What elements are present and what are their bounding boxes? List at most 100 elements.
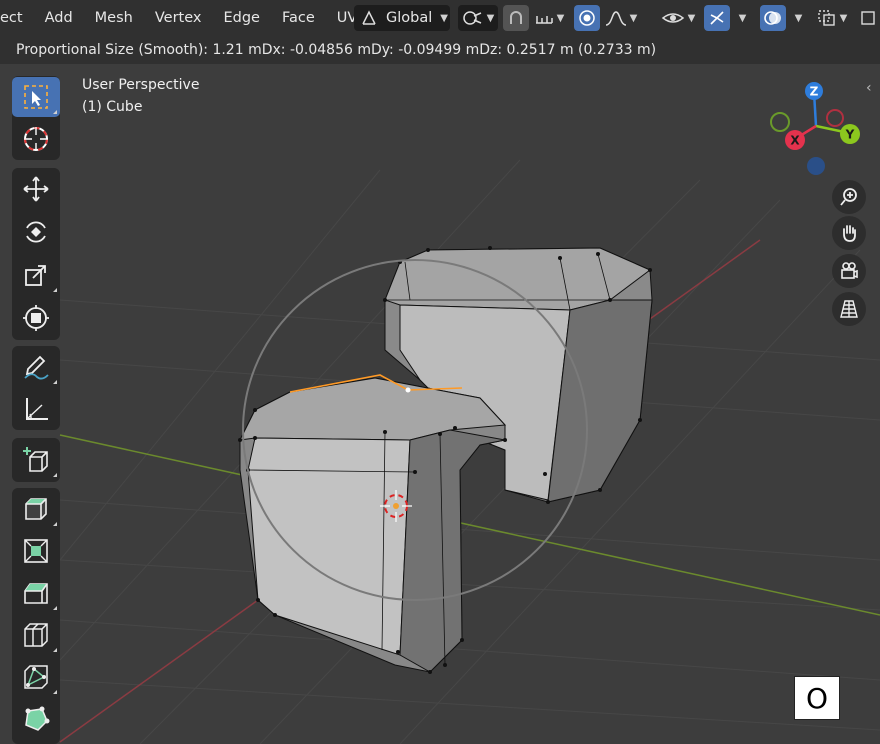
extrude-icon — [25, 498, 47, 520]
grid-icon — [840, 300, 858, 318]
neg-z-axis-handle[interactable] — [807, 157, 825, 175]
chevron-down-icon: ▼ — [794, 12, 803, 24]
camera-view-button[interactable] — [832, 254, 866, 288]
tool-add-cube[interactable] — [12, 440, 60, 480]
object-name-label: (1) Cube — [82, 99, 143, 115]
overlay-icon — [764, 11, 781, 25]
overlay-toggle[interactable] — [760, 5, 786, 31]
camera-icon — [841, 262, 858, 279]
bevel-icon — [24, 583, 48, 604]
menu-face[interactable]: Face — [271, 10, 326, 26]
y-axis-line — [59, 434, 880, 616]
chevron-down-icon: ▼ — [839, 12, 848, 24]
annotate-pencil-icon — [24, 355, 49, 380]
chevron-down-icon: ▼ — [738, 12, 747, 24]
active-vertex — [405, 387, 411, 393]
tool-measure[interactable] — [12, 389, 60, 429]
tool-extrude[interactable] — [12, 489, 60, 529]
toolbar-annotate-group — [12, 346, 60, 430]
pan-button[interactable] — [832, 216, 866, 250]
rotate-icon — [26, 221, 46, 243]
orientation-label: Global — [386, 10, 433, 26]
shading-button[interactable] — [858, 5, 878, 31]
tool-scale[interactable] — [12, 255, 60, 295]
dy-text: Dy: -0.09499 m — [370, 42, 480, 58]
tool-bevel[interactable] — [12, 573, 60, 613]
pivot-point-dropdown[interactable]: ▼ — [458, 5, 498, 31]
inset-faces-icon — [24, 539, 48, 563]
measure-ruler-icon — [26, 398, 48, 420]
view-name-label: User Perspective — [82, 77, 200, 93]
snap-toggle[interactable] — [503, 5, 529, 31]
tool-poly-build[interactable] — [12, 699, 60, 739]
neg-y-axis-handle[interactable] — [770, 112, 790, 132]
xray-dropdown[interactable]: ▼ — [810, 5, 854, 31]
chevron-down-icon: ▼ — [440, 12, 448, 24]
tool-rotate[interactable] — [12, 212, 60, 252]
zoom-button[interactable] — [832, 180, 866, 214]
snap-increment-icon — [535, 16, 553, 24]
falloff-curve-icon — [605, 11, 626, 26]
proportional-edit-toggle[interactable] — [574, 5, 600, 31]
tool-annotate[interactable] — [12, 347, 60, 387]
gizmo-icon — [710, 11, 724, 25]
select-box-icon — [24, 85, 48, 109]
overlay-dropdown[interactable]: ▼ — [787, 5, 807, 31]
tool-move[interactable] — [12, 169, 60, 209]
loop-cut-icon — [24, 623, 48, 647]
tool-loop-cut[interactable] — [12, 615, 60, 655]
shading-icon — [861, 11, 875, 25]
operator-status-line: Proportional Size (Smooth): 1.21 m Dx: -… — [0, 36, 880, 64]
dz-text: Dz: 0.2517 m (0.2733 m) — [479, 42, 657, 58]
tool-knife[interactable] — [12, 657, 60, 697]
menu-mesh[interactable]: Mesh — [84, 10, 144, 26]
3d-viewport[interactable]: User Perspective (1) Cube Z Y X ‹ O — [0, 64, 880, 744]
gizmo-toggle[interactable] — [704, 5, 730, 31]
tool-select-box[interactable] — [12, 77, 60, 117]
cursor-icon — [24, 127, 48, 151]
menu-add[interactable]: Add — [34, 10, 84, 26]
toolbar-transform-group — [12, 168, 60, 340]
tool-cursor[interactable] — [12, 119, 60, 159]
chevron-down-icon: ▼ — [687, 12, 696, 24]
toolbar-select-group — [12, 76, 60, 160]
chevron-down-icon: ▼ — [629, 12, 638, 24]
menu-vertex[interactable]: Vertex — [144, 10, 213, 26]
x-axis-label: X — [790, 134, 800, 148]
pivot-icon — [462, 11, 481, 25]
z-axis-label: Z — [810, 85, 819, 99]
menu-edge[interactable]: Edge — [212, 10, 271, 26]
poly-build-icon — [25, 706, 50, 731]
hand-icon — [843, 225, 856, 242]
dx-text: Dx: -0.04856 m — [261, 42, 371, 58]
visibility-dropdown[interactable]: ▼ — [656, 5, 700, 31]
falloff-dropdown[interactable]: ▼ — [601, 5, 641, 31]
perspective-toggle-button[interactable] — [832, 292, 866, 326]
add-cube-icon — [23, 447, 48, 472]
neg-x-axis-handle[interactable] — [826, 109, 844, 127]
navigation-gizmo[interactable]: Z Y X — [766, 78, 866, 178]
transform-orientation-dropdown[interactable]: Global ▼ — [354, 5, 450, 31]
chevron-down-icon: ▼ — [486, 12, 495, 24]
xray-icon — [817, 10, 835, 26]
menu-select[interactable]: ect — [0, 10, 34, 26]
move-icon — [23, 176, 49, 202]
scale-icon — [25, 265, 46, 286]
chevron-down-icon: ▼ — [556, 12, 565, 24]
proportional-edit-icon — [579, 10, 595, 26]
gizmo-dropdown[interactable]: ▼ — [731, 5, 751, 31]
orientation-icon — [362, 10, 376, 25]
y-axis-label: Y — [845, 128, 855, 142]
key-press-indicator: O — [794, 676, 840, 720]
proportional-size-text: Proportional Size (Smooth): 1.21 m — [16, 42, 262, 58]
zoom-icon — [840, 188, 857, 206]
knife-icon — [24, 665, 48, 689]
snap-icon — [510, 11, 522, 24]
transform-icon — [23, 305, 49, 331]
visibility-icon — [661, 13, 684, 23]
sidebar-toggle-icon[interactable]: ‹ — [866, 80, 872, 96]
tool-inset[interactable] — [12, 531, 60, 571]
snap-increment-dropdown[interactable]: ▼ — [530, 5, 568, 31]
tool-transform[interactable] — [12, 298, 60, 338]
toolbar-add-group — [12, 438, 60, 482]
